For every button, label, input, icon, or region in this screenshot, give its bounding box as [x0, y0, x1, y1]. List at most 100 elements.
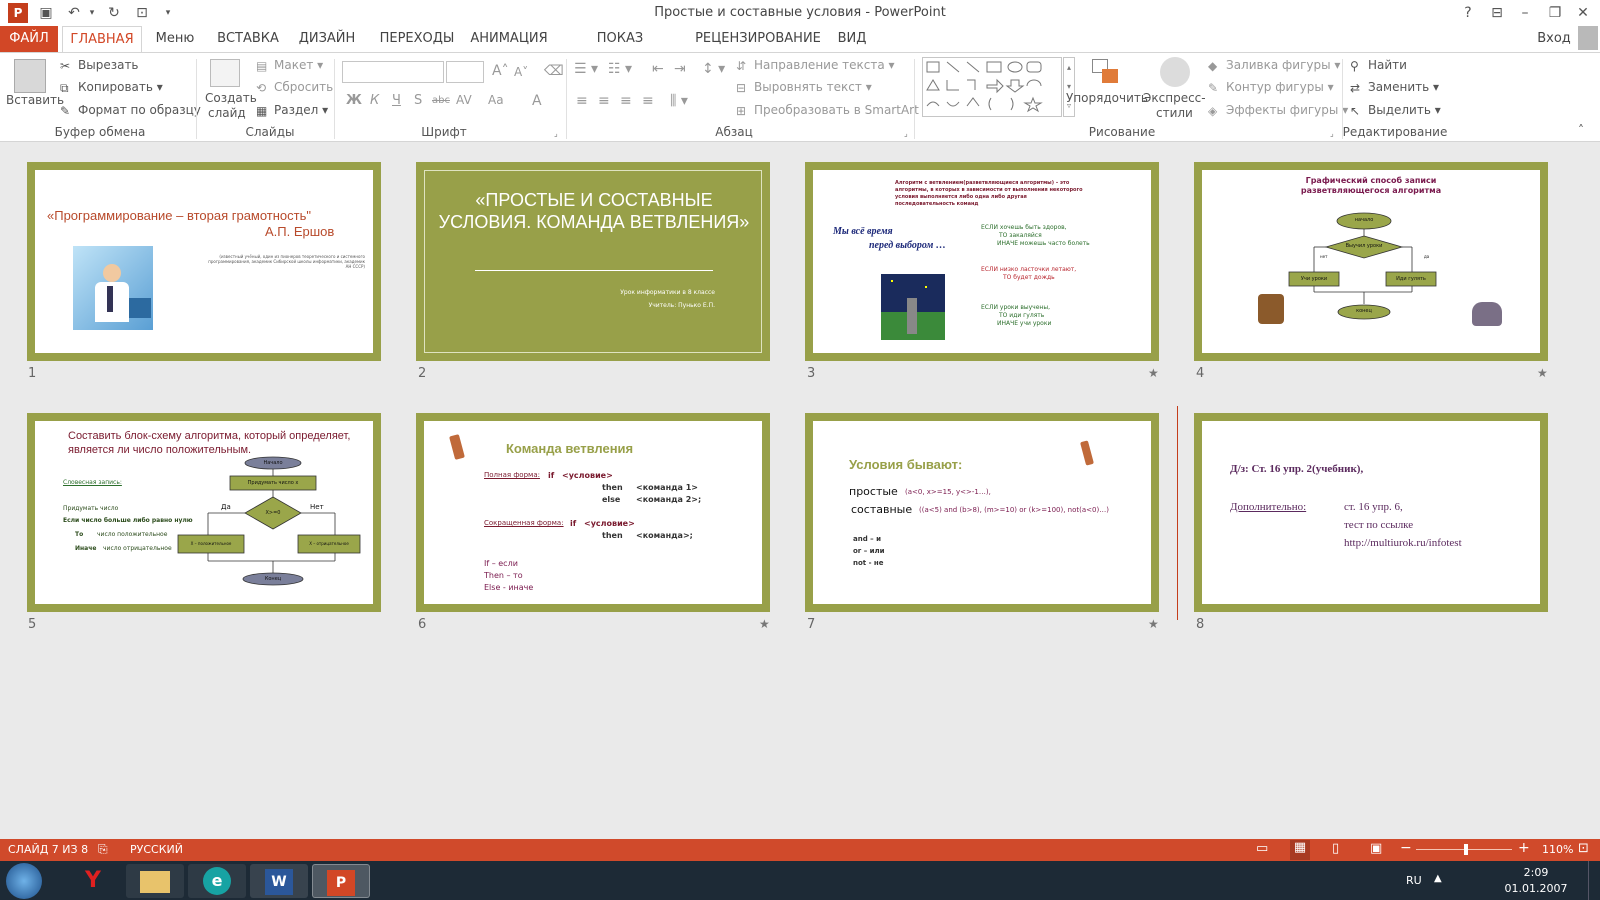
- start-button-icon[interactable]: [6, 863, 42, 899]
- zoom-slider-thumb[interactable]: [1464, 844, 1468, 855]
- bold-button[interactable]: Ж: [346, 93, 362, 108]
- tab-insert[interactable]: ВСТАВКА: [212, 26, 284, 52]
- slide-thumbnail-8[interactable]: Д/з: Ст. 16 упр. 2(учебник), Дополнитель…: [1194, 413, 1548, 612]
- file-explorer-icon[interactable]: [126, 864, 184, 898]
- shapes-scroll-icon[interactable]: ▴ ▾ ▿: [1063, 57, 1075, 117]
- font-color-button[interactable]: A: [532, 93, 542, 109]
- slide-thumbnail-2[interactable]: «ПРОСТЫЕ И СОСТАВНЫЕ УСЛОВИЯ. КОМАНДА ВЕ…: [416, 162, 770, 361]
- drawing-dialog-launcher-icon[interactable]: ⌟: [1330, 129, 1334, 138]
- bullets-icon[interactable]: ☰ ▾: [574, 61, 598, 77]
- select-button[interactable]: ↖ Выделить ▾: [1350, 103, 1441, 118]
- layout-button[interactable]: ▤ Макет ▾: [256, 58, 323, 73]
- close-icon[interactable]: ✕: [1570, 2, 1596, 24]
- replace-button[interactable]: ⇄ Заменить ▾: [1350, 80, 1439, 95]
- align-right-icon[interactable]: ≡: [620, 93, 632, 109]
- shrink-font-icon[interactable]: A˅: [514, 65, 528, 79]
- slide8-link[interactable]: http://multiurok.ru/infotest: [1344, 537, 1462, 549]
- quick-styles-label[interactable]: стили: [1156, 106, 1193, 120]
- animation-star-icon[interactable]: ★: [1148, 366, 1159, 380]
- shape-fill-button[interactable]: ◆ Заливка фигуры ▾: [1208, 58, 1340, 73]
- new-slide-icon[interactable]: [210, 59, 240, 87]
- paste-icon[interactable]: [14, 59, 46, 93]
- shapes-gallery[interactable]: [922, 57, 1062, 117]
- cut-button[interactable]: ✂ Вырезать: [60, 58, 139, 73]
- arrange-button[interactable]: Упорядочить: [1066, 91, 1148, 105]
- clock-time[interactable]: 2:09: [1506, 866, 1566, 879]
- clock-date[interactable]: 01.01.2007: [1500, 882, 1572, 895]
- zoom-in-icon[interactable]: +: [1518, 840, 1530, 856]
- paragraph-dialog-launcher-icon[interactable]: ⌟: [904, 129, 908, 138]
- increase-indent-icon[interactable]: ⇥: [674, 61, 686, 77]
- justify-icon[interactable]: ≡: [642, 93, 654, 109]
- tab-transitions[interactable]: ПЕРЕХОДЫ: [372, 26, 462, 52]
- font-size-select[interactable]: [446, 61, 484, 83]
- shadow-button[interactable]: S: [414, 93, 422, 108]
- shape-outline-button[interactable]: ✎ Контур фигуры ▾: [1208, 80, 1334, 95]
- find-button[interactable]: ⚲ Найти: [1350, 58, 1407, 73]
- tab-file[interactable]: ФАЙЛ: [0, 26, 58, 52]
- arrange-icon[interactable]: [1092, 59, 1120, 87]
- sign-in-link[interactable]: Вход: [1534, 26, 1574, 52]
- quick-styles-icon[interactable]: [1160, 57, 1190, 87]
- change-case-button[interactable]: Aa: [488, 93, 504, 107]
- tab-view[interactable]: ВИД: [832, 26, 872, 52]
- show-desktop-button[interactable]: [1588, 861, 1600, 900]
- new-slide-button[interactable]: Создать: [205, 91, 257, 105]
- slide-thumbnail-6[interactable]: Команда ветвления Полная форма: if <усло…: [416, 413, 770, 612]
- grow-font-icon[interactable]: A˄: [492, 63, 509, 79]
- input-language[interactable]: RU: [1406, 874, 1422, 887]
- animation-star-icon[interactable]: ★: [759, 617, 770, 631]
- clear-format-icon[interactable]: ⌫: [544, 63, 564, 79]
- smartart-button[interactable]: ⊞Преобразовать в SmartArt ▾: [736, 103, 929, 118]
- text-direction-button[interactable]: ⇵ Направление текста ▾: [736, 58, 895, 73]
- char-spacing-button[interactable]: AV: [456, 93, 472, 107]
- word-icon[interactable]: W: [250, 864, 308, 898]
- zoom-level[interactable]: 110%: [1542, 843, 1573, 856]
- slide-thumbnail-3[interactable]: Алгоритм с ветвлением(разветвляющиеся ал…: [805, 162, 1159, 361]
- quick-styles-button[interactable]: Экспресс-: [1143, 91, 1206, 105]
- slideshow-view-icon[interactable]: ▣: [1370, 841, 1382, 856]
- eset-icon[interactable]: e: [188, 864, 246, 898]
- paste-button[interactable]: Вставить: [6, 93, 64, 107]
- new-slide-label[interactable]: слайд: [208, 106, 246, 120]
- reset-button[interactable]: ⟲ Сбросить: [256, 80, 333, 95]
- columns-icon[interactable]: ⫼ ▾: [670, 93, 688, 109]
- format-painter-button[interactable]: ✎ Формат по образцу: [60, 103, 201, 118]
- reading-view-icon[interactable]: ▯: [1332, 841, 1339, 856]
- tray-arrow-icon[interactable]: ▲: [1434, 873, 1442, 884]
- avatar-icon[interactable]: [1578, 26, 1598, 50]
- slide-sorter-view-icon[interactable]: ▦: [1290, 840, 1310, 860]
- copy-button[interactable]: ⧉ Копировать ▾: [60, 80, 163, 95]
- align-text-button[interactable]: ⊟ Выровнять текст ▾: [736, 80, 872, 95]
- tab-slideshow[interactable]: ПОКАЗ СЛАЙДОВ: [562, 26, 678, 72]
- section-button[interactable]: ▦ Раздел ▾: [256, 103, 328, 118]
- zoom-out-icon[interactable]: −: [1400, 840, 1412, 856]
- help-button[interactable]: ?: [1455, 2, 1481, 24]
- tab-review[interactable]: РЕЦЕНЗИРОВАНИЕ: [690, 26, 826, 52]
- tab-home[interactable]: ГЛАВНАЯ: [62, 26, 142, 53]
- strikethrough-button[interactable]: abc: [432, 95, 450, 106]
- ribbon-display-icon[interactable]: ⊟: [1484, 2, 1510, 24]
- restore-icon[interactable]: ❐: [1542, 2, 1568, 24]
- fit-to-window-icon[interactable]: ⊡: [1578, 841, 1589, 856]
- powerpoint-taskbar-icon[interactable]: P: [312, 864, 370, 898]
- slide-thumbnail-4[interactable]: Графический способ записи разветвляющего…: [1194, 162, 1548, 361]
- tab-design[interactable]: ДИЗАЙН: [294, 26, 360, 52]
- decrease-indent-icon[interactable]: ⇤: [652, 61, 664, 77]
- collapse-ribbon-icon[interactable]: ˄: [1578, 123, 1584, 137]
- font-dialog-launcher-icon[interactable]: ⌟: [554, 129, 558, 138]
- line-spacing-icon[interactable]: ↕ ▾: [702, 61, 725, 77]
- numbering-icon[interactable]: ☷ ▾: [608, 61, 632, 77]
- align-left-icon[interactable]: ≡: [576, 93, 588, 109]
- underline-button[interactable]: Ч: [392, 93, 401, 108]
- slide-thumbnail-7[interactable]: Условия бывают: простые (a<0, x>=15, y<>…: [805, 413, 1159, 612]
- spellcheck-icon[interactable]: ⎘: [98, 842, 108, 857]
- shape-effects-button[interactable]: ◈ Эффекты фигуры ▾: [1208, 103, 1348, 118]
- animation-star-icon[interactable]: ★: [1148, 617, 1159, 631]
- yandex-browser-icon[interactable]: Y: [64, 864, 122, 898]
- language-indicator[interactable]: РУССКИЙ: [130, 843, 183, 856]
- animation-star-icon[interactable]: ★: [1537, 366, 1548, 380]
- slide-thumbnail-1[interactable]: «Программирование – вторая грамотность" …: [27, 162, 381, 361]
- slide-thumbnail-5[interactable]: Составить блок-схему алгоритма, который …: [27, 413, 381, 612]
- font-family-select[interactable]: [342, 61, 444, 83]
